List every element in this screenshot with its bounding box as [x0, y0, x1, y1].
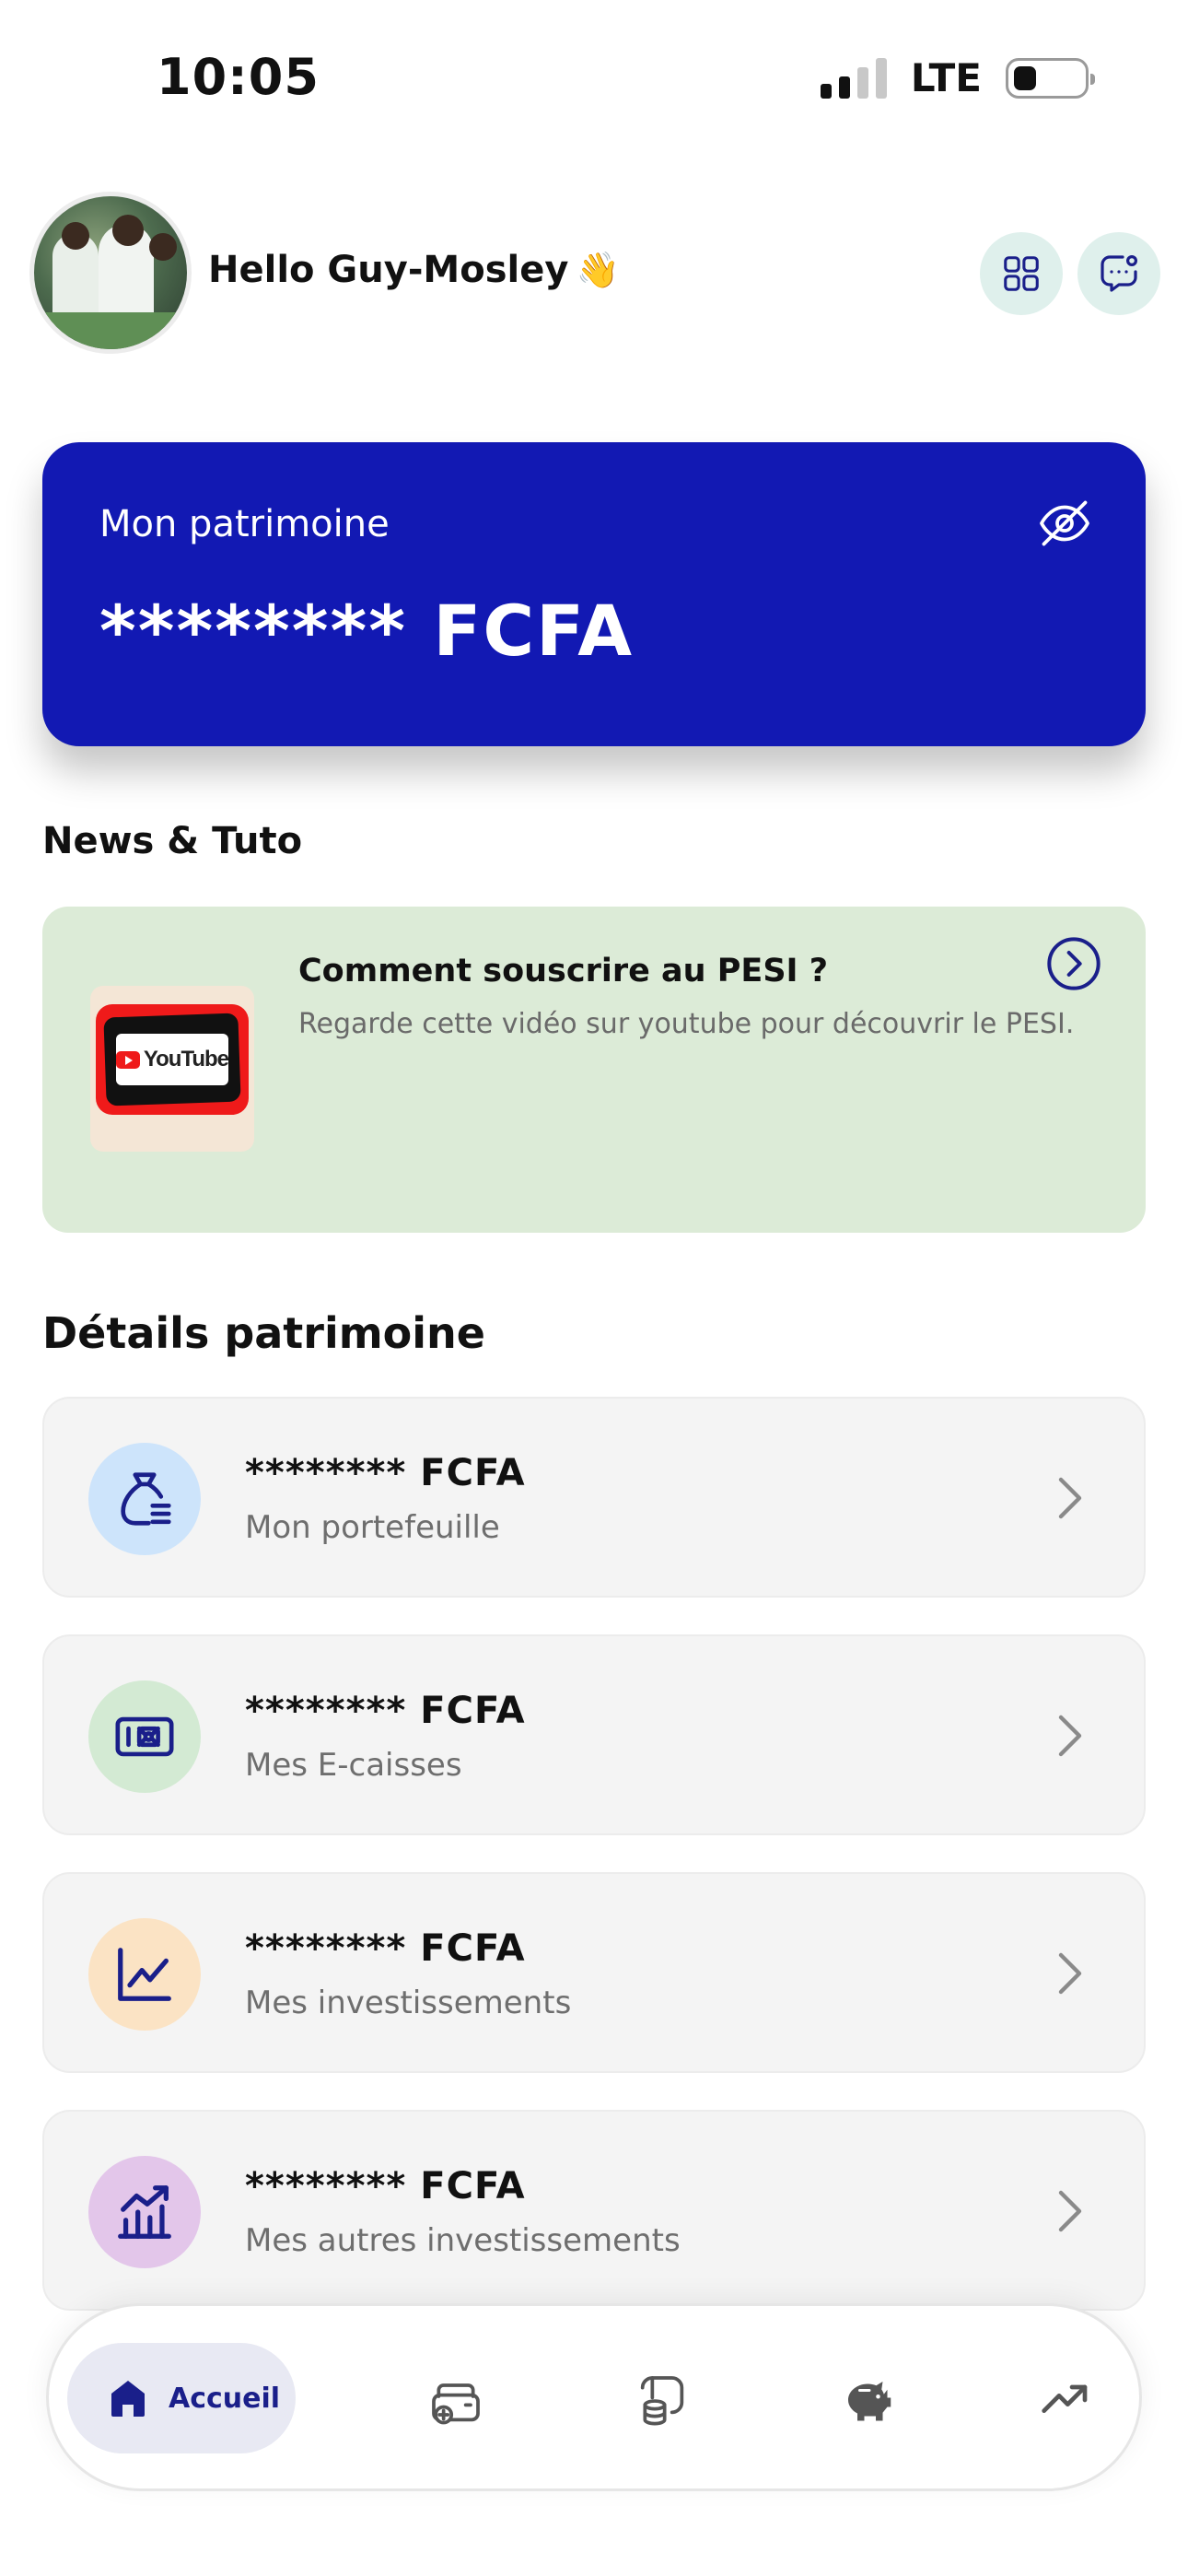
nav-active-label: Accueil: [169, 2382, 281, 2415]
greeting-label: Hello Guy-Mosley: [208, 249, 569, 291]
chevron-right-icon: [1058, 1952, 1082, 1995]
detail-card-portefeuille[interactable]: ******** FCFA Mon portefeuille: [42, 1397, 1146, 1598]
cash-register-icon: [115, 1716, 174, 1757]
wallet-add-icon: [432, 2383, 480, 2425]
play-icon: [116, 1050, 140, 1069]
home-icon: [111, 2381, 145, 2417]
line-chart-icon: [118, 1948, 171, 2001]
grid-icon: [1004, 256, 1039, 291]
apps-grid-button[interactable]: [980, 232, 1063, 315]
home-screen: 10:05 LTE Hello Guy-Mosley 👋 Mon patrimoi…: [0, 0, 1188, 2576]
detail-amount: ******** FCFA: [245, 1927, 526, 1970]
status-time: 10:05: [157, 48, 320, 106]
detail-card-autres-investissements[interactable]: ******** FCFA Mes autres investissements: [42, 2110, 1146, 2311]
chevron-right-icon: [1058, 2190, 1082, 2232]
detail-icon-circle: [88, 1680, 201, 1793]
patrimoine-label: Mon patrimoine: [99, 503, 390, 545]
network-label: LTE: [910, 55, 982, 100]
patrimoine-amount: ******** FCFA: [99, 590, 635, 672]
chevron-right-icon: [1058, 1477, 1082, 1519]
news-card-title: Comment souscrire au PESI ?: [298, 953, 829, 989]
avatar[interactable]: [29, 192, 192, 354]
news-card-description: Regarde cette vidéo sur youtube pour déc…: [298, 1008, 1075, 1040]
money-bag-icon: [121, 1472, 171, 1526]
news-section-title: News & Tuto: [42, 820, 303, 862]
coins-icon: [640, 2376, 684, 2426]
status-indicators: LTE: [820, 55, 1095, 100]
video-thumbnail: YouTube: [90, 986, 254, 1152]
chat-bubble-icon: [1101, 254, 1137, 292]
detail-icon-circle: [88, 2156, 201, 2268]
nav-item-accueil[interactable]: Accueil: [67, 2343, 296, 2453]
nav-item-wallet[interactable]: [419, 2363, 493, 2437]
detail-label: Mes investissements: [245, 1985, 572, 2021]
greeting-text: Hello Guy-Mosley 👋: [208, 249, 620, 291]
details-section-title: Détails patrimoine: [42, 1308, 486, 1358]
bar-chart-icon: [118, 2185, 171, 2239]
youtube-logo-text: YouTube: [143, 1047, 229, 1071]
detail-icon-circle: [88, 1443, 201, 1555]
nav-item-savings[interactable]: [830, 2363, 903, 2437]
detail-icon-circle: [88, 1918, 201, 2031]
patrimoine-card[interactable]: Mon patrimoine ******** FCFA: [42, 442, 1146, 746]
detail-card-ecaisses[interactable]: ******** FCFA Mes E-caisses: [42, 1634, 1146, 1835]
bottom-navigation: Accueil: [46, 2303, 1142, 2491]
eye-off-icon[interactable]: [1037, 496, 1092, 551]
detail-amount: ******** FCFA: [245, 1452, 526, 1494]
nav-item-coins[interactable]: [625, 2363, 699, 2437]
wave-emoji: 👋: [576, 250, 620, 290]
detail-label: Mes E-caisses: [245, 1747, 462, 1784]
detail-card-investissements[interactable]: ******** FCFA Mes investissements: [42, 1872, 1146, 2073]
detail-amount: ******** FCFA: [245, 2165, 526, 2207]
battery-icon: [1006, 57, 1095, 99]
trending-up-icon: [1042, 2384, 1088, 2413]
detail-amount: ******** FCFA: [245, 1690, 526, 1732]
piggy-bank-icon: [848, 2382, 891, 2421]
news-card[interactable]: YouTube Comment souscrire au PESI ? Rega…: [42, 907, 1146, 1233]
chevron-right-circle-icon[interactable]: [1044, 934, 1103, 993]
chevron-right-icon: [1058, 1715, 1082, 1757]
youtube-logo: YouTube: [116, 1034, 229, 1085]
messages-button[interactable]: [1077, 232, 1160, 315]
detail-label: Mes autres investissements: [245, 2222, 681, 2259]
signal-icon: [820, 57, 887, 99]
detail-label: Mon portefeuille: [245, 1509, 500, 1546]
nav-item-trends[interactable]: [1029, 2363, 1102, 2437]
